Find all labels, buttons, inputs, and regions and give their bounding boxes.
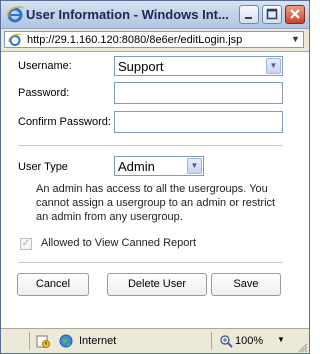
save-button[interactable]: Save [211, 273, 281, 296]
minimize-icon [245, 17, 252, 19]
status-separator [29, 332, 30, 350]
close-button[interactable] [285, 5, 305, 24]
minimize-button[interactable] [239, 5, 259, 24]
cancel-button[interactable]: Cancel [17, 273, 89, 296]
chevron-down-icon[interactable]: ▼ [266, 58, 281, 74]
user-type-value: Admin [118, 159, 155, 174]
username-value: Support [118, 59, 164, 74]
divider [18, 262, 283, 263]
maximize-icon [266, 8, 278, 20]
title-bar[interactable]: User Information - Windows Int... [1, 1, 309, 29]
zoom-icon[interactable] [219, 334, 233, 348]
form-content: Username: Support ▼ Password: Confirm Pa… [1, 52, 309, 327]
divider [18, 145, 283, 146]
canned-report-label: Allowed to View Canned Report [41, 237, 197, 249]
username-label: Username: [18, 60, 72, 72]
window-title: User Information - Windows Int... [26, 7, 229, 22]
password-field[interactable] [114, 82, 283, 104]
privacy-icon[interactable] [36, 334, 50, 348]
chevron-down-icon[interactable]: ▼ [187, 158, 202, 174]
popup-window: User Information - Windows Int... http:/… [0, 0, 310, 354]
user-type-select[interactable]: Admin ▼ [114, 156, 204, 176]
delete-user-button[interactable]: Delete User [107, 273, 207, 296]
address-url: http://29.1.160.120:8080/8e6er/editLogin… [27, 34, 243, 46]
maximize-button[interactable] [262, 5, 282, 24]
zoom-level[interactable]: 100% [235, 335, 263, 347]
address-bar: http://29.1.160.120:8080/8e6er/editLogin… [1, 29, 309, 52]
confirm-password-label: Confirm Password: [18, 116, 111, 128]
status-bar: Internet 100% ▼ [1, 328, 309, 353]
user-type-label: User Type [18, 161, 68, 173]
confirm-password-field[interactable] [114, 111, 283, 133]
ie-logo-icon [7, 6, 24, 23]
resize-grip-icon[interactable] [298, 343, 308, 353]
canned-report-checkbox[interactable]: ✓ [20, 238, 32, 250]
user-type-description: An admin has access to all the usergroup… [36, 183, 276, 223]
security-zone: Internet [79, 335, 117, 347]
address-field[interactable]: http://29.1.160.120:8080/8e6er/editLogin… [4, 31, 304, 48]
username-select[interactable]: Support ▼ [114, 56, 283, 76]
page-icon [8, 33, 22, 46]
globe-icon [59, 334, 73, 348]
chevron-down-icon[interactable]: ▼ [277, 335, 285, 344]
close-icon [290, 9, 300, 19]
status-separator [211, 332, 212, 350]
password-label: Password: [18, 87, 70, 99]
chevron-down-icon[interactable]: ▼ [288, 32, 303, 47]
